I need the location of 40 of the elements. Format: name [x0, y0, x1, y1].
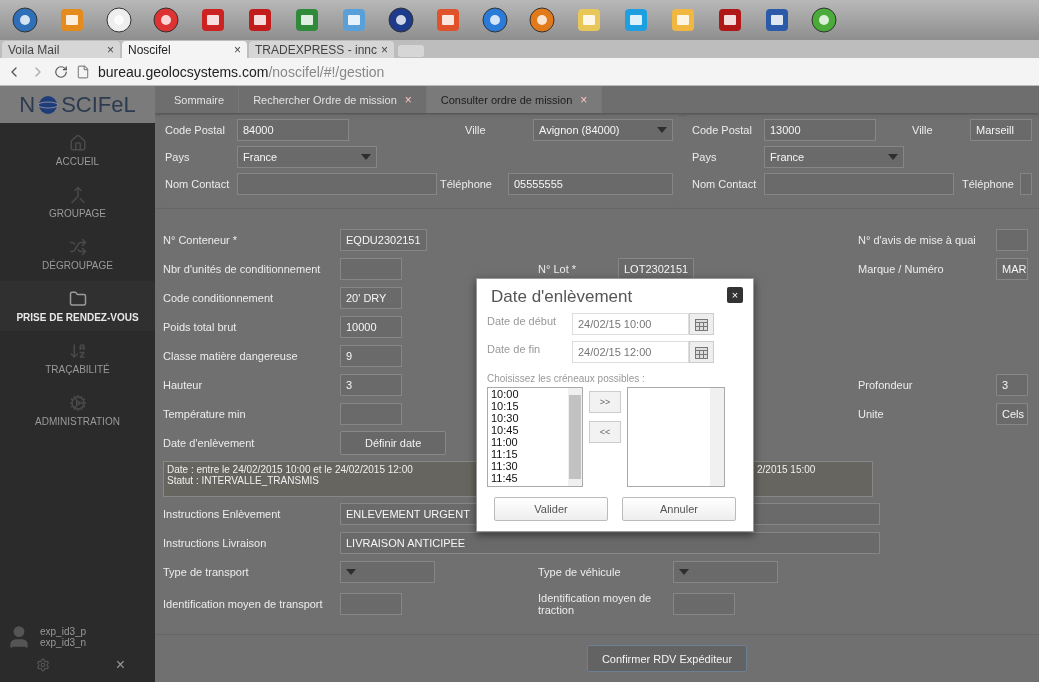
field-label: Code Postal [165, 124, 226, 136]
field-label: Code Postal [692, 124, 753, 136]
field-label: Ville [912, 124, 934, 136]
field-label: Type de transport [163, 565, 250, 578]
status-text: Statut : INTERVALLE_TRANSMIS [167, 475, 319, 486]
field-label: Classe matière dangereuse [163, 349, 299, 362]
field-label: Pays [165, 151, 191, 163]
field-label: Nom Contact [692, 178, 758, 190]
field-label: Unite [858, 407, 885, 420]
field-label: Profondeur [858, 378, 914, 391]
field-label: Marque / Numéro [858, 262, 945, 275]
user-name: exp_id3_n [40, 637, 87, 648]
status-text: Date : entre le 24/02/2015 10:00 et le 24/02/2015 12:00 [167, 464, 413, 475]
field-label: Poids total brut [163, 320, 238, 333]
status-text: 2/2015 15:00 [757, 464, 816, 475]
field-label: Identification moyen de transport [163, 598, 324, 610]
field-label: Hauteur [163, 378, 204, 391]
field-label: Instructions Livraison [163, 536, 268, 549]
field-label: Ville [465, 124, 487, 136]
logo-text: N [19, 91, 36, 118]
field-label: Téléphone [962, 178, 1015, 190]
field-label: Type de véhicule [538, 565, 622, 578]
field-label: Nom Contact [165, 178, 231, 190]
field-label: N° Conteneur * [163, 233, 239, 246]
field-label: Date de fin [487, 343, 542, 355]
field-label: Téléphone [440, 178, 493, 190]
dialog-title: Date d'enlèvement [491, 287, 633, 307]
field-label: Code conditionnement [163, 291, 275, 304]
field-label: Identification moyen de traction [538, 592, 653, 616]
user-name: exp_id3_p [40, 626, 87, 637]
field-label: N° d'avis de mise à quai [858, 233, 977, 246]
field-label: Pays [692, 151, 718, 163]
field-label: Date de début [487, 315, 558, 327]
field-label: Nbr d'unités de conditionnement [163, 262, 322, 275]
slots-label: Choisissez les créneaux possibles : [487, 373, 646, 384]
field-label: N° Lot * [538, 262, 578, 275]
field-label: Température min [163, 407, 247, 420]
field-label: Date d'enlèvement [163, 436, 256, 449]
field-label: Instructions Enlèvement [163, 507, 282, 520]
logo-text: SCIFeL [61, 91, 136, 118]
